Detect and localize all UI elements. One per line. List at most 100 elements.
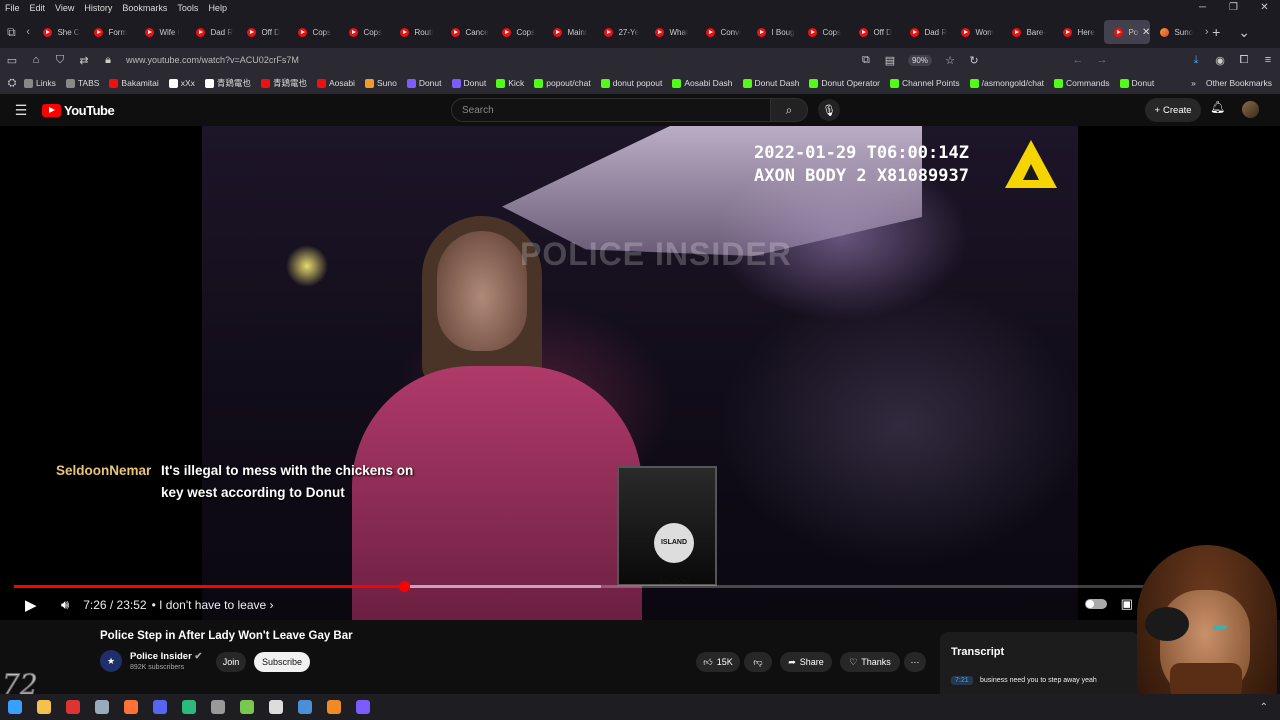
taskbar-app-red-icon[interactable] xyxy=(58,694,87,720)
taskbar-notes-icon[interactable] xyxy=(232,694,261,720)
bookmark-item[interactable]: popout/chat xyxy=(534,78,591,88)
menu-edit[interactable]: Edit xyxy=(25,3,51,13)
minimize-icon[interactable]: ─ xyxy=(1187,0,1218,16)
tab[interactable]: Routi xyxy=(390,20,441,44)
tab[interactable]: Wife I xyxy=(135,20,186,44)
taskbar-game-icon[interactable] xyxy=(203,694,232,720)
bookmark-item[interactable]: Bakamitai xyxy=(109,78,159,88)
transcript-timestamp[interactable]: 7:21 xyxy=(951,676,973,685)
bookmark-item[interactable]: Donut Dash xyxy=(742,78,799,88)
bookmark-item[interactable]: /asmongold/chat xyxy=(969,78,1044,88)
share-button[interactable]: ➦ Share xyxy=(780,652,832,672)
extensions-icon[interactable]: ⧠ xyxy=(1232,48,1256,72)
reload-icon[interactable]: ↻ xyxy=(962,48,986,72)
tab[interactable]: Cops xyxy=(492,20,543,44)
tab-overview-icon[interactable]: ⧉ xyxy=(0,16,23,48)
menu-file[interactable]: File xyxy=(0,3,25,13)
taskbar-steam-2-icon[interactable] xyxy=(290,694,319,720)
bookmarks-manager-icon[interactable]: ⛭ xyxy=(0,71,24,95)
bookmark-item[interactable]: Aosabi xyxy=(316,78,355,88)
tab[interactable]: Cops xyxy=(288,20,339,44)
tab-active[interactable]: Pol ✕ xyxy=(1104,20,1151,44)
bookmark-item[interactable]: 青鶏電也 xyxy=(204,77,251,89)
bookmark-item[interactable]: Donut Operator xyxy=(809,78,880,88)
tab[interactable]: Wom xyxy=(951,20,1002,44)
bookmark-item[interactable]: Donut xyxy=(406,78,442,88)
taskbar-git-icon[interactable] xyxy=(261,694,290,720)
zoom-level[interactable]: 90% xyxy=(907,54,932,66)
tray-expand-icon[interactable]: ⌃ xyxy=(1260,702,1268,713)
progress-bar[interactable] xyxy=(14,581,1266,592)
tab[interactable]: Convi xyxy=(696,20,747,44)
search-input[interactable]: Search xyxy=(451,98,771,122)
taskbar-obs-icon[interactable] xyxy=(348,694,377,720)
bookmark-item[interactable]: Kick xyxy=(496,78,524,88)
like-button[interactable]: 👍︎ 15K xyxy=(696,652,740,672)
tab[interactable]: 27-Ye xyxy=(594,20,645,44)
other-bookmarks[interactable]: Other Bookmarks xyxy=(1206,78,1272,88)
list-tabs-button[interactable]: ⌄ xyxy=(1238,24,1250,41)
taskbar-firefox-icon[interactable] xyxy=(116,694,145,720)
bookmarks-more-button[interactable]: » xyxy=(1191,78,1196,88)
thanks-button[interactable]: ♡ Thanks xyxy=(840,652,900,672)
tab[interactable]: I Boug xyxy=(747,20,798,44)
tab[interactable]: Maint xyxy=(543,20,594,44)
account-icon[interactable]: ◉ xyxy=(1208,48,1232,72)
bookmark-item[interactable]: Suno xyxy=(364,78,397,88)
picture-in-picture-icon[interactable]: ⧉ xyxy=(854,48,878,72)
channel-name[interactable]: Police Insider ✔ xyxy=(130,651,202,662)
account-avatar[interactable] xyxy=(1242,101,1259,118)
create-button[interactable]: + Create xyxy=(1145,98,1201,122)
tab[interactable]: Dad R xyxy=(900,20,951,44)
menu-icon[interactable]: ≡ xyxy=(1256,48,1280,72)
dislike-button[interactable]: 👎︎ xyxy=(744,652,772,672)
lock-icon[interactable]: 🔒︎ xyxy=(96,48,120,72)
bookmark-item[interactable]: 青鶏電也 xyxy=(260,77,307,89)
tab[interactable]: Cance xyxy=(441,20,492,44)
taskbar-chat-icon[interactable] xyxy=(174,694,203,720)
tab[interactable]: Dad R xyxy=(186,20,237,44)
restore-icon[interactable]: ❐ xyxy=(1218,0,1249,16)
taskbar-vlc-icon[interactable] xyxy=(319,694,348,720)
reader-view-icon[interactable]: ▤ xyxy=(878,48,902,72)
channel-avatar[interactable]: ★ xyxy=(100,650,122,672)
url-bar[interactable]: www.youtube.com/watch?v=ACU02crFs7M xyxy=(126,55,299,65)
menu-help[interactable]: Help xyxy=(203,3,232,13)
bookmark-item[interactable]: Links xyxy=(24,78,56,88)
play-icon[interactable]: ▶ xyxy=(25,596,45,614)
tab[interactable]: She C xyxy=(33,20,84,44)
menu-tools[interactable]: Tools xyxy=(172,3,203,13)
tab[interactable]: Form xyxy=(84,20,135,44)
volume-icon[interactable]: 🔊︎ xyxy=(61,597,69,613)
tab[interactable]: Off D xyxy=(237,20,288,44)
tab[interactable]: Cops xyxy=(339,20,390,44)
menu-bookmarks[interactable]: Bookmarks xyxy=(117,3,172,13)
tab[interactable]: Here xyxy=(1053,20,1104,44)
tab-scroll-left-icon[interactable]: ‹ xyxy=(23,26,34,38)
bookmark-item[interactable]: TABS xyxy=(65,78,99,88)
permissions-icon[interactable]: ⇄ xyxy=(72,48,96,72)
close-icon[interactable]: ✕ xyxy=(1249,0,1280,16)
tab[interactable]: Bare- xyxy=(1002,20,1053,44)
subscribe-button[interactable]: Subscribe xyxy=(254,652,310,672)
menu-history[interactable]: History xyxy=(79,3,117,13)
tab-close-icon[interactable]: ✕ xyxy=(1142,27,1150,38)
transcript-line[interactable]: business need you to step away yeah xyxy=(980,677,1097,684)
guide-menu-icon[interactable]: ☰ xyxy=(0,102,42,119)
menu-view[interactable]: View xyxy=(50,3,79,13)
join-button[interactable]: Join xyxy=(216,652,246,672)
tab[interactable]: Off D xyxy=(849,20,900,44)
home-icon[interactable]: ⌂ xyxy=(24,48,48,72)
back-icon[interactable]: ← xyxy=(1066,48,1090,72)
taskbar-file-explorer-icon[interactable] xyxy=(29,694,58,720)
notifications-bell-icon[interactable]: 🔔︎ xyxy=(1210,100,1225,114)
bookmark-star-icon[interactable]: ☆ xyxy=(938,48,962,72)
youtube-logo[interactable]: YouTube xyxy=(42,103,115,118)
scrubber-handle[interactable] xyxy=(398,581,410,592)
bookmark-item[interactable]: Commands xyxy=(1054,78,1110,88)
chapter-title[interactable]: • I don't have to leave › xyxy=(152,598,274,612)
tab[interactable]: Suno xyxy=(1150,20,1201,44)
taskbar-windows-icon[interactable] xyxy=(0,694,29,720)
forward-icon[interactable]: → xyxy=(1090,48,1114,72)
more-actions-button[interactable]: ⋯ xyxy=(904,652,926,672)
